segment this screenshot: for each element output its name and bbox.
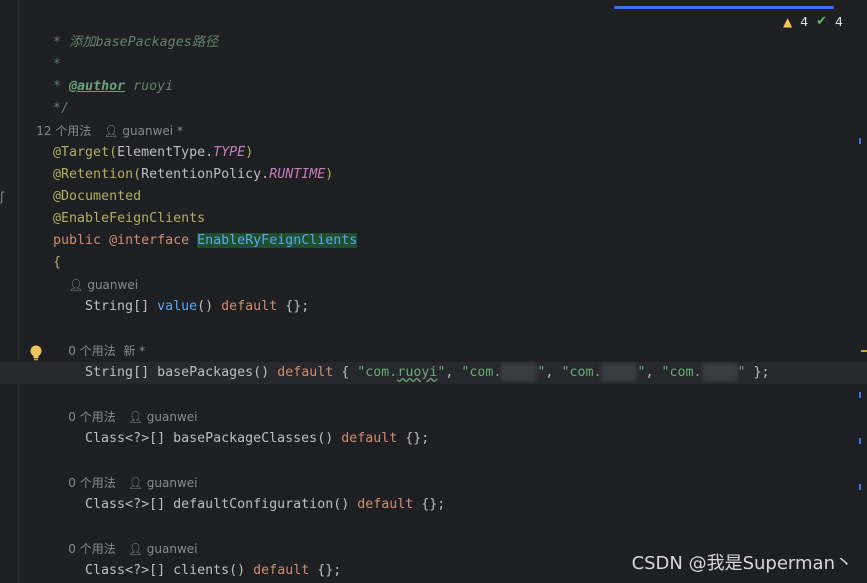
inlay-hint[interactable]: 0 个用法 👤︎ guanwei [53,384,197,424]
enum-constant: RUNTIME [269,167,326,182]
keyword: default [277,365,334,380]
brace: }; [745,365,770,380]
code-line[interactable]: * @author ruoyi [21,54,173,94]
scrollbar-mark[interactable] [859,392,861,398]
scrollbar-mark[interactable] [861,350,867,352]
weak-warning-count[interactable]: 4 [835,12,843,32]
type-ref: String[] [85,365,158,380]
string-literal: "com. [461,365,502,380]
keyword: default [221,299,278,314]
warning-count[interactable]: 4 [800,12,808,32]
brace: { [333,365,358,380]
redacted-text [701,363,738,381]
code-line[interactable]: String[] basePackages() default { "com.r… [53,340,770,381]
active-tab-indicator [614,6,834,9]
implementation-gutter-icon[interactable]: ʃ [0,190,5,204]
code-line[interactable]: Class<?>[] clients() default {}; [53,538,341,578]
annotation-paren: ) [325,167,334,182]
inlay-hint[interactable]: 👤︎ guanwei [53,252,138,292]
double-check-icon[interactable]: ✔ [816,12,827,32]
separator: , [645,365,662,380]
scrollbar-mark[interactable] [859,484,861,490]
type-ref: Class<?>[] [85,497,174,512]
gutter [18,0,19,583]
default-value: {}; [397,431,430,446]
separator: , [445,365,462,380]
code-editor[interactable]: ▲ 4 ✔ 4 ʃ * 添加basePackages路径 * * @author… [0,0,867,583]
code-line[interactable]: */ [21,76,69,116]
code-line[interactable]: Class<?>[] defaultConfiguration() defaul… [53,472,445,512]
code-line[interactable]: public @interface EnableRyFeignClients [21,208,358,248]
code-line[interactable]: @Documented [21,164,141,204]
string-literal: "com. [661,365,702,380]
method-name: value [157,299,198,314]
lightbulb-icon[interactable] [28,344,44,362]
code-line[interactable]: String[] value() default {}; [53,274,309,314]
type-ref: RetentionPolicy. [141,167,270,182]
code-line[interactable]: * [21,32,61,72]
code-line[interactable]: @EnableFeignClients [21,186,205,226]
redacted-text [601,363,638,381]
inspection-widget[interactable]: ▲ 4 ✔ 4 [783,12,843,32]
parens: () [317,431,342,446]
code-line[interactable]: * 添加basePackages路径 [21,10,218,50]
watermark: CSDN @我是Superman丶 [631,553,853,574]
default-value: {}; [309,563,342,578]
default-value: {}; [277,299,310,314]
redacted-text [501,363,538,381]
code-line[interactable]: @Target(ElementType.TYPE) [21,120,253,160]
code-line[interactable]: } [21,560,61,582]
string-literal: "com. [357,365,398,380]
keyword: public [53,233,110,248]
parens: () [197,299,222,314]
comment-text: * 添加basePackages路径 [53,35,219,50]
keyword: default [253,563,310,578]
code-line[interactable]: Class<?>[] basePackageClasses() default … [53,406,429,446]
separator: , [545,365,562,380]
method-name: clients [173,563,230,578]
parens: () [333,497,358,512]
string-literal: ruoyi [397,365,438,380]
warning-icon[interactable]: ▲ [783,12,792,32]
type-ref: String[] [85,299,158,314]
inlay-hint[interactable]: 0 个用法 新 * [53,318,145,358]
method-name: basePackageClasses [173,431,318,446]
keyword: default [357,497,414,512]
method-name: defaultConfiguration [173,497,334,512]
string-literal: " [737,365,746,380]
string-literal: "com. [561,365,602,380]
type-ref: Class<?>[] [85,563,174,578]
code-line[interactable]: { [21,230,61,270]
parens: () [253,365,278,380]
inlay-hint[interactable]: 0 个用法 👤︎ guanwei [53,516,197,556]
code-line[interactable]: @Retention(RetentionPolicy.RUNTIME) [21,142,333,182]
javadoc-tag: @author [69,79,126,94]
inlay-hint[interactable]: 0 个用法 👤︎ guanwei [53,450,197,490]
default-value: {}; [413,497,446,512]
keyword: @interface [109,233,198,248]
method-name: basePackages [157,365,254,380]
parens: () [229,563,254,578]
scrollbar-mark[interactable] [859,438,861,444]
comment-text: ruoyi [125,79,174,94]
interface-name[interactable]: EnableRyFeignClients [197,233,358,248]
inlay-hint[interactable]: 12 个用法 👤︎ guanwei * [21,98,183,138]
type-ref: Class<?>[] [85,431,174,446]
scrollbar-mark[interactable] [859,138,861,144]
keyword: default [341,431,398,446]
